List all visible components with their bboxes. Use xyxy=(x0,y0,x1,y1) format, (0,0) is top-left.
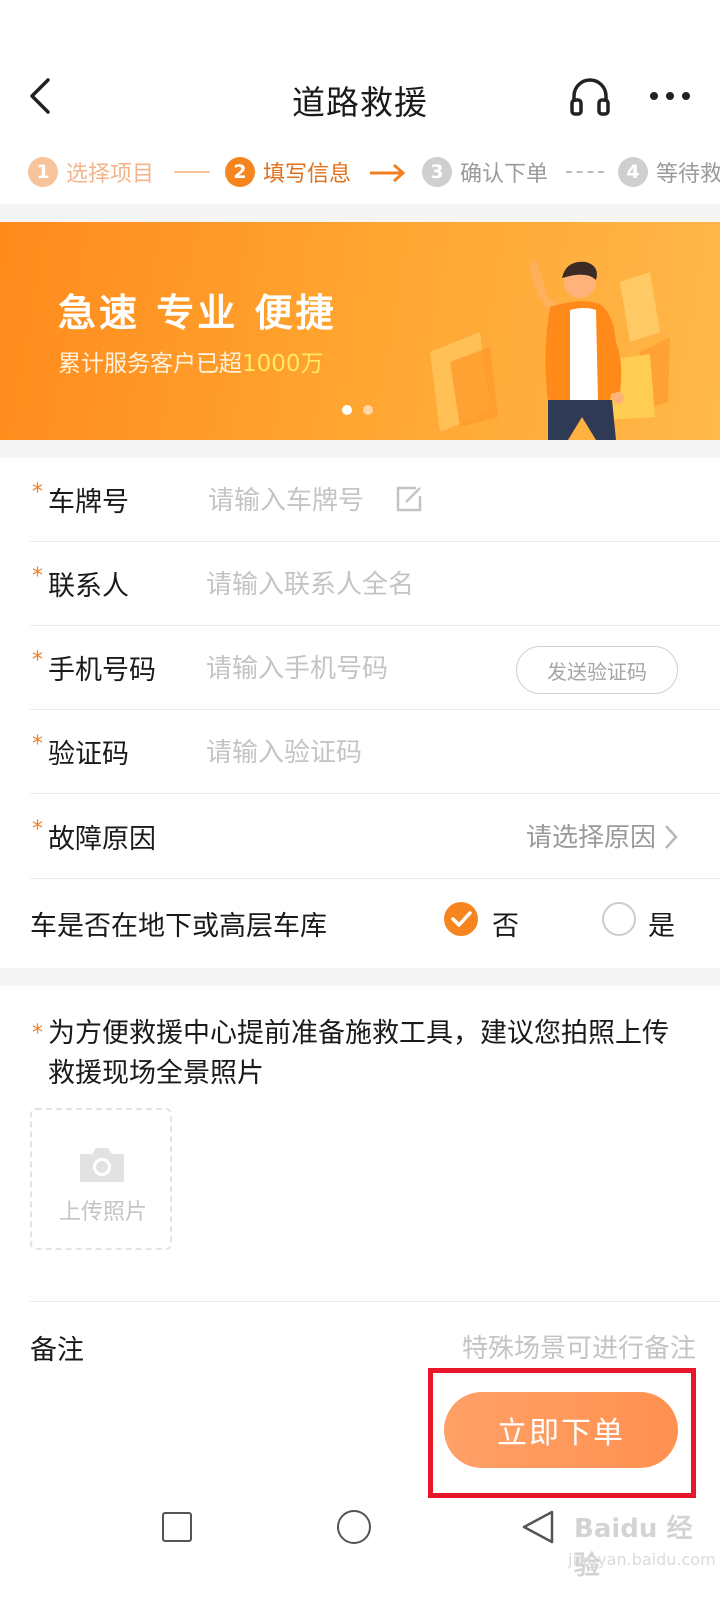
check-icon xyxy=(451,911,472,927)
page: 道路救援 1 选择项目 2 填写信息 3 确认下单 4 等待救 急速 专业 便捷… xyxy=(0,0,720,1600)
required-mark: * xyxy=(32,732,43,757)
upload-photo-label: 上传照片 xyxy=(58,1200,147,1225)
banner-title: 急速 专业 便捷 xyxy=(58,291,337,335)
photo-upload-note-text: 为方便救援中心提前准备施救工具，建议您拍照上传救援现场全景照片 xyxy=(48,1018,669,1089)
phone-input[interactable]: 请输入手机号码 xyxy=(206,648,388,685)
required-mark: * xyxy=(32,817,43,842)
progress-steps: 1 选择项目 2 填写信息 3 确认下单 4 等待救 xyxy=(0,155,720,195)
step-connector-1 xyxy=(174,171,210,173)
baidu-watermark: Baidu 经验 jingyan.baidu.com xyxy=(540,1500,716,1581)
radio-yes-label[interactable]: 是 xyxy=(648,904,675,943)
remark-label: 备注 xyxy=(30,1335,84,1366)
step-2-label: 填写信息 xyxy=(263,162,352,187)
underground-garage-question: 车是否在地下或高层车库 xyxy=(30,911,327,942)
top-app-bar: 道路救援 xyxy=(0,58,720,138)
headset-icon xyxy=(570,78,610,116)
photo-upload-note: * 为方便救援中心提前准备施救工具，建议您拍照上传救援现场全景照片 xyxy=(30,1014,680,1094)
carousel-dot-active xyxy=(342,405,352,415)
carousel-dot xyxy=(363,405,374,415)
step-4-number: 4 xyxy=(618,157,648,187)
edit-icon[interactable] xyxy=(394,484,424,514)
promo-banner[interactable]: 急速 专业 便捷 累计服务客户已超1000万 xyxy=(0,222,720,440)
step-2: 2 填写信息 xyxy=(225,155,351,189)
submit-order-button[interactable]: 立即下单 xyxy=(444,1392,678,1468)
customer-service-button[interactable] xyxy=(568,74,612,118)
underground-garage-row: 车是否在地下或高层车库 否 是 xyxy=(30,880,720,964)
more-options-button[interactable] xyxy=(646,78,694,114)
step-1-number: 1 xyxy=(28,157,58,187)
step-3-label: 确认下单 xyxy=(460,162,549,187)
verification-code-input[interactable]: 请输入验证码 xyxy=(206,732,362,769)
required-mark: * xyxy=(32,564,43,589)
send-code-button[interactable]: 发送验证码 xyxy=(516,646,678,694)
banner-subtitle-text: 累计服务客户已超 xyxy=(58,351,242,377)
carousel-indicator xyxy=(342,400,379,419)
banner-subtitle-highlight: 1000万 xyxy=(242,351,324,377)
plate-number-input[interactable]: 请输入车牌号 xyxy=(208,480,364,517)
plate-number-label: 车牌号 xyxy=(48,487,129,518)
verification-code-label: 验证码 xyxy=(48,739,129,770)
more-dots-icon xyxy=(650,92,690,100)
contact-name-input[interactable]: 请输入联系人全名 xyxy=(206,564,414,601)
step-1-label: 选择项目 xyxy=(66,162,155,187)
step-3-number: 3 xyxy=(422,157,452,187)
section-separator xyxy=(0,204,720,222)
phone-row[interactable]: * 手机号码 请输入手机号码 发送验证码 xyxy=(30,626,720,710)
watermark-url: jingyan.baidu.com xyxy=(568,1550,716,1569)
divider xyxy=(30,1301,720,1302)
person-illustration xyxy=(430,260,670,440)
required-mark: * xyxy=(32,648,43,673)
camera-icon xyxy=(80,1148,124,1182)
section-separator xyxy=(0,440,720,458)
required-mark: * xyxy=(32,1021,43,1046)
arrow-right-icon xyxy=(370,163,406,183)
contact-row[interactable]: * 联系人 请输入联系人全名 xyxy=(30,542,720,626)
remark-input[interactable]: 特殊场景可进行备注 xyxy=(462,1328,696,1365)
phone-label: 手机号码 xyxy=(48,655,156,686)
watermark-text: Baidu 经验 xyxy=(574,1514,693,1581)
contact-label: 联系人 xyxy=(48,571,129,602)
page-title: 道路救援 xyxy=(292,83,428,122)
banner-subtitle: 累计服务客户已超1000万 xyxy=(58,344,324,378)
home-button[interactable] xyxy=(337,1510,371,1544)
step-4-label: 等待救 xyxy=(656,162,720,187)
fault-reason-row[interactable]: * 故障原因 请选择原因 xyxy=(30,795,720,879)
upload-photo-button[interactable]: 上传照片 xyxy=(30,1108,172,1250)
step-1: 1 选择项目 xyxy=(28,155,154,189)
chevron-right-icon xyxy=(665,825,678,849)
radio-no-label[interactable]: 否 xyxy=(492,904,519,943)
step-4: 4 等待救 xyxy=(618,155,720,189)
step-3: 3 确认下单 xyxy=(422,155,548,189)
radio-no[interactable] xyxy=(444,902,478,936)
recent-apps-button[interactable] xyxy=(162,1512,192,1542)
required-mark: * xyxy=(32,480,43,505)
step-connector-3 xyxy=(566,171,604,173)
verification-code-row[interactable]: * 验证码 请输入验证码 xyxy=(30,710,720,794)
step-2-number: 2 xyxy=(225,157,255,187)
section-separator xyxy=(0,968,720,986)
plate-number-row[interactable]: * 车牌号 请输入车牌号 xyxy=(30,458,720,542)
fault-reason-select[interactable]: 请选择原因 xyxy=(526,817,656,854)
fault-reason-label: 故障原因 xyxy=(48,824,156,855)
radio-yes[interactable] xyxy=(602,902,636,936)
